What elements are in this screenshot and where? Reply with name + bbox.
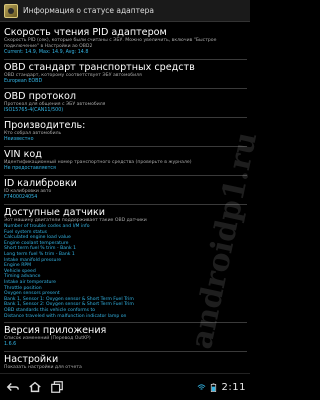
divider (4, 88, 247, 89)
status-clock: 2:11 (221, 381, 246, 393)
obd-protocol-value: ISO15765-4(CAN11/500) (4, 108, 64, 113)
divider (4, 204, 247, 205)
divider (4, 351, 247, 353)
vin-value: Не предоставляется (4, 166, 56, 171)
divider (4, 59, 247, 60)
divider (4, 146, 247, 147)
section-calibration: ID калибровки ID калибровки авто F740002… (4, 178, 247, 201)
divider (4, 322, 247, 324)
back-icon[interactable] (4, 378, 22, 396)
recents-icon[interactable] (48, 378, 66, 396)
status-area[interactable]: 2:11 (194, 382, 246, 393)
wifi-icon (197, 383, 205, 390)
manufacturer-title: Производитель: (4, 120, 86, 131)
calibration-title: ID калибровки (4, 178, 77, 189)
obd-standard-value: European EOBD (4, 79, 43, 84)
window-title: Информация о статусе адаптера (23, 6, 155, 15)
app-version-title: Версия приложения (4, 325, 107, 337)
pid-speed-value: Current: 14.9, Max: 14.9, Avg: 14.8 (4, 50, 89, 55)
calibration-value: F7400024054 (4, 195, 38, 200)
obd-standard-title: OBD стандарт транспортных средств (4, 62, 195, 73)
settings-desc: Показать настройки для отчета (4, 365, 82, 371)
section-obd-standard: OBD стандарт транспортных средств OBD ст… (4, 62, 247, 85)
settings-title: Настройки (4, 354, 59, 366)
sensors-title: Доступные датчики (4, 207, 106, 218)
sensor-list: Number of trouble codes and I/M info Fue… (4, 224, 247, 319)
vin-title: VIN код (4, 149, 42, 160)
app-logo-icon (4, 3, 18, 18)
divider (4, 175, 247, 176)
divider (4, 117, 247, 118)
home-icon[interactable] (26, 378, 44, 396)
system-navigation-bar: 2:11 (0, 373, 250, 400)
section-app-version[interactable]: Версия приложения Список изменений (Пере… (4, 325, 247, 348)
manufacturer-value: Неизвестно (4, 137, 34, 142)
section-obd-protocol: OBD протокол Протокол для общения с ЭБУ … (4, 91, 247, 114)
title-bar: Информация о статусе адаптера (0, 0, 250, 22)
section-pid-speed: Скорость чтения PID адаптером Скорость P… (4, 27, 247, 56)
battery-icon (210, 382, 216, 392)
section-settings[interactable]: Настройки Показать настройки для отчета (4, 354, 247, 371)
section-manufacturer: Производитель: Кто собрал автомобиль Неи… (4, 120, 247, 143)
pid-speed-desc: Скорость PID (сек), которые были считаны… (4, 38, 217, 49)
list-item: Distance traveled with malfunction indic… (4, 313, 127, 319)
obd-protocol-title: OBD протокол (4, 91, 77, 102)
section-vin: VIN код Идентификационный номер транспор… (4, 149, 247, 172)
status-info-list[interactable]: Скорость чтения PID адаптером Скорость P… (0, 23, 250, 373)
app-version-value: 1.6.6 (4, 342, 17, 348)
section-sensors: Доступные датчики Эот машину двигатели п… (4, 207, 247, 319)
pid-speed-title: Скорость чтения PID адаптером (4, 27, 167, 38)
